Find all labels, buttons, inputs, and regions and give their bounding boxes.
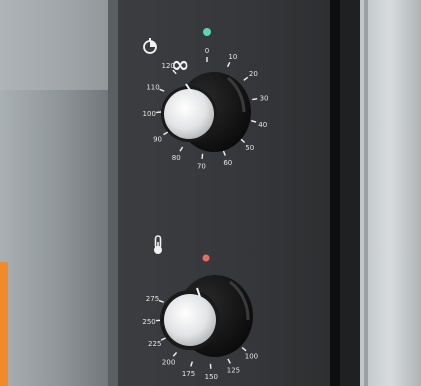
timer-scale-label: 110 <box>146 84 159 92</box>
right-steel-frame <box>360 0 421 386</box>
temperature-scale-label: 150 <box>205 373 218 381</box>
timer-scale-label: 90 <box>153 135 162 143</box>
temperature-scale-label: 250 <box>142 318 155 326</box>
timer-scale-label: 80 <box>172 154 181 162</box>
temperature-knob-face[interactable] <box>164 294 216 346</box>
temperature-scale-label: 100 <box>245 352 258 360</box>
timer-scale-label: 70 <box>197 163 206 171</box>
temperature-indicator-light <box>202 254 210 262</box>
timer-scale-label: 30 <box>260 94 269 102</box>
photo-canvas: ∞ 0102030405060708090100110120 100125150… <box>0 0 421 386</box>
timer-indicator-light <box>203 28 211 36</box>
timer-knob-face[interactable] <box>164 89 214 139</box>
timer-scale-label: 10 <box>228 53 237 61</box>
oven-panel-photo: ∞ 0 10 20 30 40 50 60 70 80 90 100 110 120 100 125 150… <box>0 0 421 386</box>
orange-accent-strip <box>0 262 8 386</box>
temperature-scale-label: 200 <box>162 358 175 366</box>
timer-scale-label: 60 <box>223 159 232 167</box>
timer-scale-tick <box>252 98 258 101</box>
temperature-scale-label: 175 <box>182 370 195 378</box>
timer-scale-label: 0 <box>205 47 209 55</box>
door-gap <box>330 0 340 386</box>
temperature-scale-label: 275 <box>146 295 159 303</box>
timer-scale-label: 20 <box>249 70 258 78</box>
temperature-scale-label: 225 <box>148 340 161 348</box>
timer-scale-label: 120 <box>162 62 175 70</box>
timer-scale-label: 50 <box>245 144 254 152</box>
timer-scale-label: 40 <box>258 121 267 129</box>
timer-scale-label: 100 <box>143 110 156 118</box>
temperature-scale-label: 125 <box>227 367 240 375</box>
